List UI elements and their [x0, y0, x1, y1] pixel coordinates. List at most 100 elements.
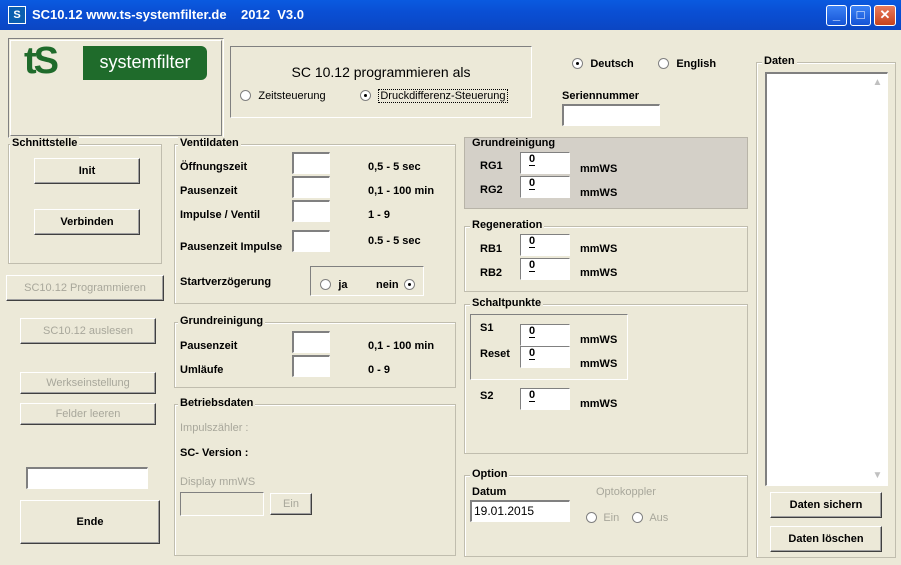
impulse-field[interactable] [292, 200, 330, 222]
maximize-button[interactable]: □ [850, 5, 871, 26]
optokoppler-label: Optokoppler [596, 486, 656, 498]
s1-value: 0 [529, 325, 536, 338]
radio-label: Zeitsteuerung [258, 90, 326, 102]
rg1-label: RG1 [480, 160, 503, 172]
mode-panel [230, 46, 532, 118]
s2-value: 0 [529, 389, 536, 402]
ende-button[interactable]: Ende [20, 500, 160, 544]
radio-opto-ein[interactable]: Ein [586, 510, 619, 524]
rg1-field[interactable]: 0 [520, 152, 570, 174]
display-mmws-label: Display mmWS [180, 476, 256, 488]
radio-label: Druckdifferenz-Steuerung [378, 89, 508, 103]
scroll-down-icon[interactable]: ▼ [868, 467, 887, 484]
radio-icon [658, 58, 669, 70]
display-mmws-field [180, 492, 264, 516]
radio-label: ja [338, 279, 348, 291]
rg2-label: RG2 [480, 184, 503, 196]
s2-label: S2 [480, 390, 494, 402]
rg1-value: 0 [529, 153, 536, 166]
grundreinigung-left-legend: Grundreinigung [178, 315, 266, 327]
s1-field[interactable]: 0 [520, 324, 570, 346]
gr-pausenzeit-range: 0,1 - 100 min [368, 340, 435, 352]
betriebsdaten-legend: Betriebsdaten [178, 397, 256, 409]
startverzoegerung-label: Startverzögerung [180, 276, 272, 288]
display-ein-button[interactable]: Ein [270, 493, 312, 515]
scroll-up-icon[interactable]: ▲ [868, 74, 887, 91]
window-title: SC10.12 www.ts-systemfilter.de 2012 V3.0 [32, 7, 304, 22]
datum-label: Datum [472, 486, 507, 498]
serial-label: Seriennummer [562, 90, 640, 102]
oeffnungszeit-field[interactable] [292, 152, 330, 174]
regeneration-group [464, 226, 748, 292]
pausenzeit-impulse-field[interactable] [292, 230, 330, 252]
radio-english[interactable]: English [658, 56, 716, 70]
pausenzeit-range: 0,1 - 100 min [368, 185, 435, 197]
radio-icon [320, 279, 331, 291]
close-button[interactable]: ✕ [874, 5, 896, 26]
rb2-field[interactable]: 0 [520, 258, 570, 280]
radio-icon [572, 58, 583, 70]
umlaeufe-field[interactable] [292, 355, 330, 377]
radio-opto-aus[interactable]: Aus [632, 510, 668, 524]
grundreinigung-right-legend: Grundreinigung [472, 137, 556, 149]
radio-druckdifferenz[interactable]: Druckdifferenz-Steuerung [360, 88, 508, 103]
reset-value: 0 [529, 347, 536, 360]
rb2-label: RB2 [480, 267, 503, 279]
gr-pausenzeit-field[interactable] [292, 331, 330, 353]
logo-text: systemfilter [83, 46, 207, 80]
radio-deutsch[interactable]: Deutsch [572, 56, 634, 70]
werkseinstellung-button[interactable]: Werkseinstellung [20, 372, 156, 394]
init-button[interactable]: Init [34, 158, 140, 184]
daten-loeschen-button[interactable]: Daten löschen [770, 526, 882, 552]
rg2-value: 0 [529, 177, 536, 190]
radio-start-ja[interactable]: ja [320, 277, 348, 291]
radio-start-nein[interactable]: nein [376, 277, 415, 291]
auslesen-button[interactable]: SC10.12 auslesen [20, 318, 156, 344]
rg1-unit: mmWS [580, 163, 618, 175]
radio-label: Aus [649, 512, 669, 524]
radio-label: English [676, 58, 717, 70]
app-icon: S [8, 6, 26, 24]
schnittstelle-legend: Schnittstelle [10, 137, 80, 149]
impulse-range: 1 - 9 [368, 209, 391, 221]
impulszaehler-label: Impulszähler : [180, 422, 249, 434]
title-bar[interactable]: S SC10.12 www.ts-systemfilter.de 2012 V3… [0, 0, 901, 30]
radio-icon [360, 90, 371, 102]
radio-icon [632, 512, 643, 524]
sc-version-label: SC- Version : [180, 447, 249, 459]
gr-pausenzeit-label: Pausenzeit [180, 340, 238, 352]
s1-label: S1 [480, 322, 494, 334]
radio-label: Ein [603, 512, 620, 524]
verbinden-button[interactable]: Verbinden [34, 209, 140, 235]
serial-field[interactable] [562, 104, 660, 126]
minimize-button[interactable]: _ [826, 5, 847, 26]
option-legend: Option [470, 468, 510, 480]
umlaeufe-label: Umläufe [180, 364, 224, 376]
rb2-value: 0 [529, 259, 536, 272]
pausenzeit-label: Pausenzeit [180, 185, 238, 197]
status-field[interactable] [26, 467, 148, 489]
radio-label: nein [376, 279, 399, 291]
rb1-field[interactable]: 0 [520, 234, 570, 256]
radio-zeitsteuerung[interactable]: Zeitsteuerung [240, 88, 326, 102]
oeffnungszeit-range: 0,5 - 5 sec [368, 161, 421, 173]
rg2-field[interactable]: 0 [520, 176, 570, 198]
pausenzeit-field[interactable] [292, 176, 330, 198]
ventildaten-legend: Ventildaten [178, 137, 241, 149]
daten-listbox[interactable] [765, 72, 888, 486]
logo-mark: tS [24, 40, 59, 82]
rg2-unit: mmWS [580, 187, 618, 199]
datum-field[interactable]: 19.01.2015 [470, 500, 570, 522]
s2-field[interactable]: 0 [520, 388, 570, 410]
pausenzeit-impulse-range: 0.5 - 5 sec [368, 235, 421, 247]
pausenzeit-impulse-label: Pausenzeit Impulse [180, 241, 283, 253]
reset-field[interactable]: 0 [520, 346, 570, 368]
rb1-label: RB1 [480, 243, 503, 255]
radio-icon [586, 512, 597, 524]
programmieren-button[interactable]: SC10.12 Programmieren [6, 275, 164, 301]
daten-sichern-button[interactable]: Daten sichern [770, 492, 882, 518]
umlaeufe-range: 0 - 9 [368, 364, 391, 376]
felder-leeren-button[interactable]: Felder leeren [20, 403, 156, 425]
radio-icon [403, 279, 415, 291]
s1-unit: mmWS [580, 334, 618, 346]
